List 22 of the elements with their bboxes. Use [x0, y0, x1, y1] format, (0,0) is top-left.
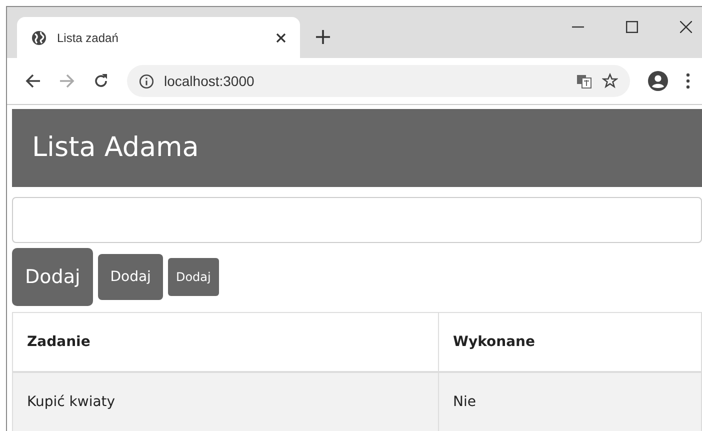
table-cell: Nie — [438, 372, 702, 431]
menu-icon[interactable] — [686, 73, 690, 89]
star-icon[interactable] — [602, 73, 618, 89]
browser-tab[interactable]: Lista zadań — [17, 17, 300, 58]
info-icon — [139, 74, 154, 88]
new-tab-icon[interactable] — [316, 30, 330, 44]
translate-icon[interactable] — [576, 73, 592, 89]
table-cell: Kupić kwiaty — [12, 372, 438, 431]
tab-title: Lista zadań — [57, 30, 120, 44]
add-button[interactable]: Dodaj — [98, 254, 163, 300]
close-tab-icon[interactable] — [276, 32, 286, 42]
url-text: localhost:3000 — [164, 73, 254, 89]
add-button[interactable]: Dodaj — [12, 248, 94, 306]
maximize-icon[interactable] — [626, 21, 638, 33]
back-icon[interactable] — [25, 73, 41, 89]
add-button[interactable]: Dodaj — [168, 258, 219, 296]
address-bar[interactable]: localhost:3000 — [127, 65, 630, 97]
input-field[interactable] — [12, 197, 702, 243]
close-icon[interactable] — [680, 21, 692, 33]
account-icon[interactable] — [648, 71, 668, 91]
page-header: Lista Adama — [12, 109, 702, 187]
reload-icon[interactable] — [93, 73, 109, 89]
